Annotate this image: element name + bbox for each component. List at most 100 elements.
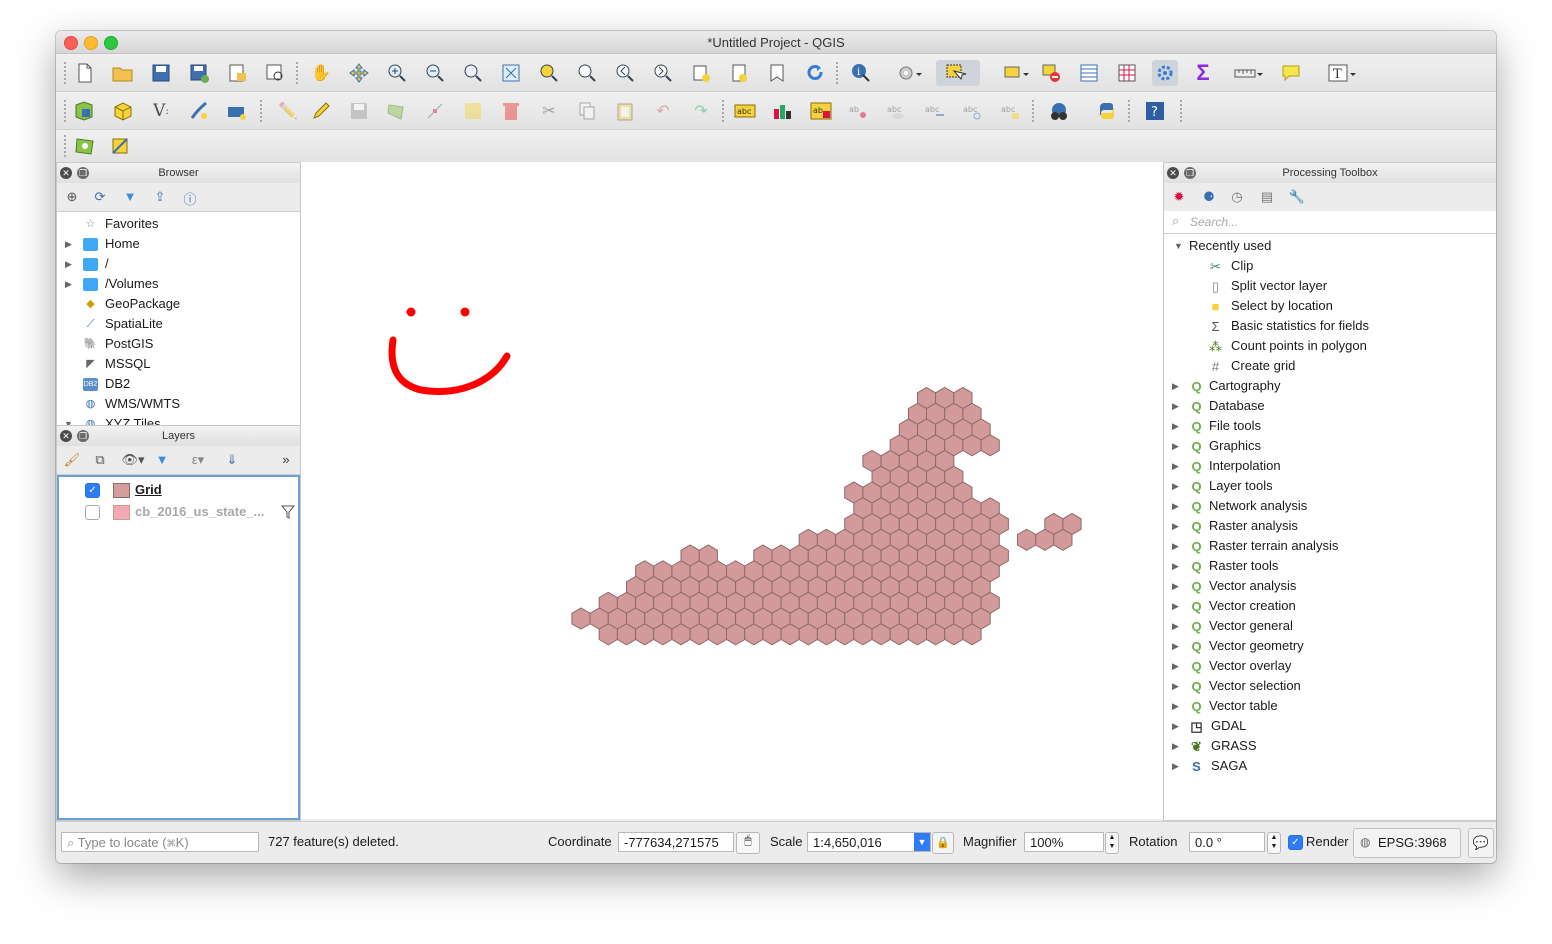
toolbar-grip[interactable] (1128, 100, 1132, 122)
new-shapefile-layer-icon[interactable]: V: (148, 98, 174, 124)
pan-to-selection-icon[interactable] (346, 60, 372, 86)
browser-item-xyz-tiles[interactable]: ▼ ◍ XYZ Tiles (57, 414, 300, 425)
filter-by-expression-icon[interactable]: ε▾ (185, 452, 211, 468)
new-project-icon[interactable] (72, 60, 98, 86)
show-hide-labels-icon[interactable]: abc (884, 98, 910, 124)
new-map-view-icon[interactable] (688, 60, 714, 86)
open-layer-styling-icon[interactable]: 🖌 (63, 452, 81, 468)
move-label-icon[interactable]: abc (922, 98, 948, 124)
toolbox-provider-item[interactable]: ▶ ◳ GDAL (1164, 716, 1496, 736)
filter-icon[interactable] (280, 504, 296, 520)
layer-item-cb-2016-us-state[interactable]: cb_2016_us_state_... (59, 502, 298, 522)
pin-labels-icon[interactable]: ab (846, 98, 872, 124)
toolbox-search-field[interactable]: ⌕ Search... (1164, 211, 1496, 234)
zoom-to-selection-icon[interactable] (536, 60, 562, 86)
close-panel-icon[interactable]: ✕ (1167, 167, 1179, 179)
magnifier-field[interactable]: 100% (1024, 832, 1104, 852)
new-spatialite-layer-icon[interactable] (186, 98, 212, 124)
more-tools-icon[interactable]: » (277, 452, 295, 468)
chevron-right-icon[interactable]: ▶ (1172, 716, 1179, 736)
diagram-icon[interactable] (770, 98, 796, 124)
chevron-right-icon[interactable]: ▶ (1172, 556, 1179, 576)
toolbar-grip[interactable] (296, 62, 300, 84)
map-tips-icon[interactable] (1278, 60, 1304, 86)
new-bookmark-icon[interactable] (726, 60, 752, 86)
new-virtual-layer-icon[interactable] (224, 98, 250, 124)
lock-scale-icon[interactable]: 🔒 (932, 832, 954, 854)
metasearch-icon[interactable] (1046, 98, 1072, 124)
chevron-right-icon[interactable]: ▶ (1172, 676, 1179, 696)
copy-features-icon[interactable] (574, 98, 600, 124)
zoom-out-icon[interactable] (422, 60, 448, 86)
chevron-right-icon[interactable]: ▶ (65, 274, 72, 294)
toolbox-group-item[interactable]: ▶ Q Vector table (1164, 696, 1496, 716)
chevron-right-icon[interactable]: ▶ (1172, 496, 1179, 516)
zoom-native-icon[interactable] (460, 60, 486, 86)
chevron-right-icon[interactable]: ▶ (1172, 376, 1179, 396)
toolbar-grip[interactable] (722, 100, 726, 122)
toolbox-algorithm-item[interactable]: ✂ Clip (1164, 256, 1496, 276)
rotation-field[interactable]: 0.0 ° (1189, 832, 1265, 852)
chevron-right-icon[interactable]: ▶ (1172, 396, 1179, 416)
pan-hand-icon[interactable]: ✋ (308, 60, 334, 86)
manage-visibility-icon[interactable]: 👁▾ (121, 452, 145, 468)
toolbox-provider-item[interactable]: ▶ S SAGA (1164, 756, 1496, 776)
map-canvas[interactable] (300, 162, 1164, 819)
zoom-in-icon[interactable] (384, 60, 410, 86)
toolbox-group-item[interactable]: ▶ Q Vector analysis (1164, 576, 1496, 596)
add-group-icon[interactable]: ⧉ (91, 452, 109, 468)
help-icon[interactable]: ? (1142, 98, 1168, 124)
chevron-right-icon[interactable]: ▶ (1172, 596, 1179, 616)
toolbox-algorithm-item[interactable]: ▯ Split vector layer (1164, 276, 1496, 296)
close-panel-icon[interactable]: ✕ (60, 167, 72, 179)
add-selected-layers-icon[interactable]: ⊕ (63, 189, 81, 205)
current-edits-icon[interactable]: ✏️ (270, 98, 306, 124)
chevron-right-icon[interactable]: ▶ (1172, 436, 1179, 456)
results-viewer-icon[interactable]: ▤ (1258, 189, 1276, 205)
toolbar-grip[interactable] (64, 100, 68, 122)
rotate-label-icon[interactable]: abc (960, 98, 986, 124)
toolbox-group-item[interactable]: ▶ Q Raster analysis (1164, 516, 1496, 536)
toolbox-provider-item[interactable]: ▶ ❦ GRASS (1164, 736, 1496, 756)
toolbox-group-item[interactable]: ▶ Q Vector geometry (1164, 636, 1496, 656)
toolbox-group-item[interactable]: ▶ Q Graphics (1164, 436, 1496, 456)
models-icon[interactable]: ✹ (1170, 189, 1188, 205)
label-toolbar-icon[interactable]: abc (732, 98, 758, 124)
render-checkbox[interactable]: ✓ (1288, 835, 1303, 850)
save-edits-icon[interactable] (346, 98, 372, 124)
expand-all-icon[interactable]: ⇓ (223, 452, 241, 468)
chevron-right-icon[interactable]: ▶ (1172, 696, 1179, 716)
chevron-right-icon[interactable]: ▶ (1172, 456, 1179, 476)
chevron-right-icon[interactable]: ▶ (1172, 656, 1179, 676)
scale-combobox[interactable]: 1:4,650,016 ▼ (807, 832, 931, 852)
python-console-icon[interactable] (1094, 98, 1120, 124)
toolbox-group-item[interactable]: ▶ Q Raster tools (1164, 556, 1496, 576)
toolbar-grip[interactable] (1032, 100, 1036, 122)
magnifier-stepper[interactable]: ▲ ▼ (1105, 832, 1119, 854)
chevron-right-icon[interactable]: ▶ (1172, 736, 1179, 756)
toolbox-group-item[interactable]: ▶ Q File tools (1164, 416, 1496, 436)
browser-item-postgis[interactable]: 🐘 PostGIS (57, 334, 300, 354)
browser-item-geopackage[interactable]: ◆ GeoPackage (57, 294, 300, 314)
filter-icon[interactable]: ▼ (121, 189, 139, 205)
chevron-down-icon[interactable]: ▼ (914, 833, 930, 851)
save-project-icon[interactable] (148, 60, 174, 86)
toolbox-algorithm-item[interactable]: Σ Basic statistics for fields (1164, 316, 1496, 336)
toolbox-group-item[interactable]: ▶ Q Vector selection (1164, 676, 1496, 696)
toolbox-group-item[interactable]: ▶ Q Network analysis (1164, 496, 1496, 516)
toolbar-grip[interactable] (64, 62, 68, 84)
new-print-layout-icon[interactable] (224, 60, 250, 86)
layer-visibility-checkbox[interactable]: ✓ (85, 483, 100, 498)
toolbox-group-item[interactable]: ▶ Q Layer tools (1164, 476, 1496, 496)
rotation-stepper[interactable]: ▲ ▼ (1267, 832, 1281, 854)
chevron-right-icon[interactable]: ▶ (1172, 536, 1179, 556)
properties-info-icon[interactable]: ⓘ (181, 189, 199, 207)
paste-features-icon[interactable] (612, 98, 638, 124)
add-feature-icon[interactable] (384, 98, 410, 124)
toolbox-group-item[interactable]: ▶ Q Vector overlay (1164, 656, 1496, 676)
collapse-all-icon[interactable]: ⇪ (151, 189, 169, 205)
toolbar-grip[interactable] (64, 135, 68, 157)
toolbar-grip[interactable] (1180, 100, 1184, 122)
toolbox-group-item[interactable]: ▶ Q Vector creation (1164, 596, 1496, 616)
save-as-icon[interactable] (186, 60, 212, 86)
